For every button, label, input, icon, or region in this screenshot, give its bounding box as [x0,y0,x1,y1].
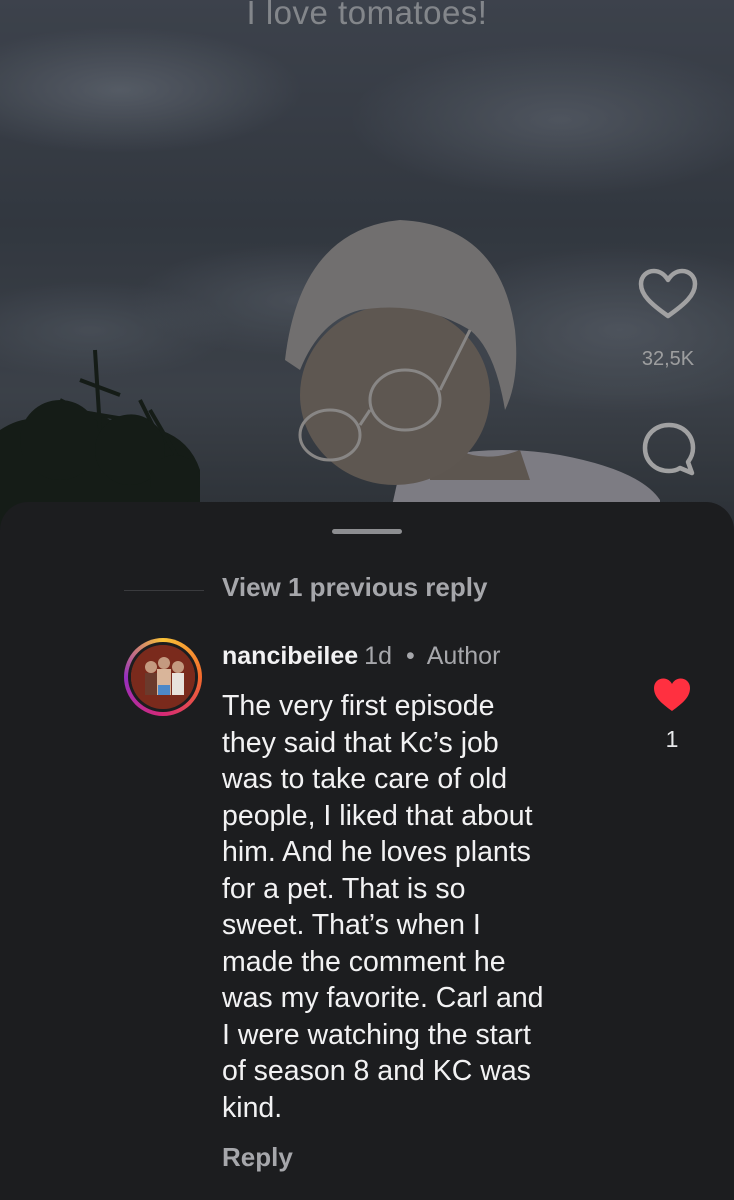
comment-time: 1d [364,642,392,670]
avatar-people-image [131,645,195,709]
avatar[interactable] [124,638,202,716]
heart-filled-icon[interactable] [652,677,692,713]
video-frame[interactable]: I love tomatoes! 32,5K [0,0,734,560]
header-separator: • [405,642,415,670]
avatar-photo [131,645,195,709]
comment-header: nancibeilee 1d • Author [222,642,500,671]
author-badge: Author [426,642,501,670]
comment-like-count: 1 [665,726,679,752]
comment-text: The very first episode they said that Kc… [222,690,544,1124]
reply-button[interactable]: Reply [222,1142,293,1173]
drag-handle[interactable] [332,529,402,534]
replies-divider [124,590,204,591]
avatar-ring-gap [128,642,198,712]
comments-sheet: View 1 previous reply nancibeilee 1d • Auth… [0,502,734,1200]
view-previous-replies-button[interactable]: View 1 previous reply [222,572,487,603]
comment-username[interactable]: nancibeilee [222,642,358,670]
video-dim-overlay [0,0,734,560]
